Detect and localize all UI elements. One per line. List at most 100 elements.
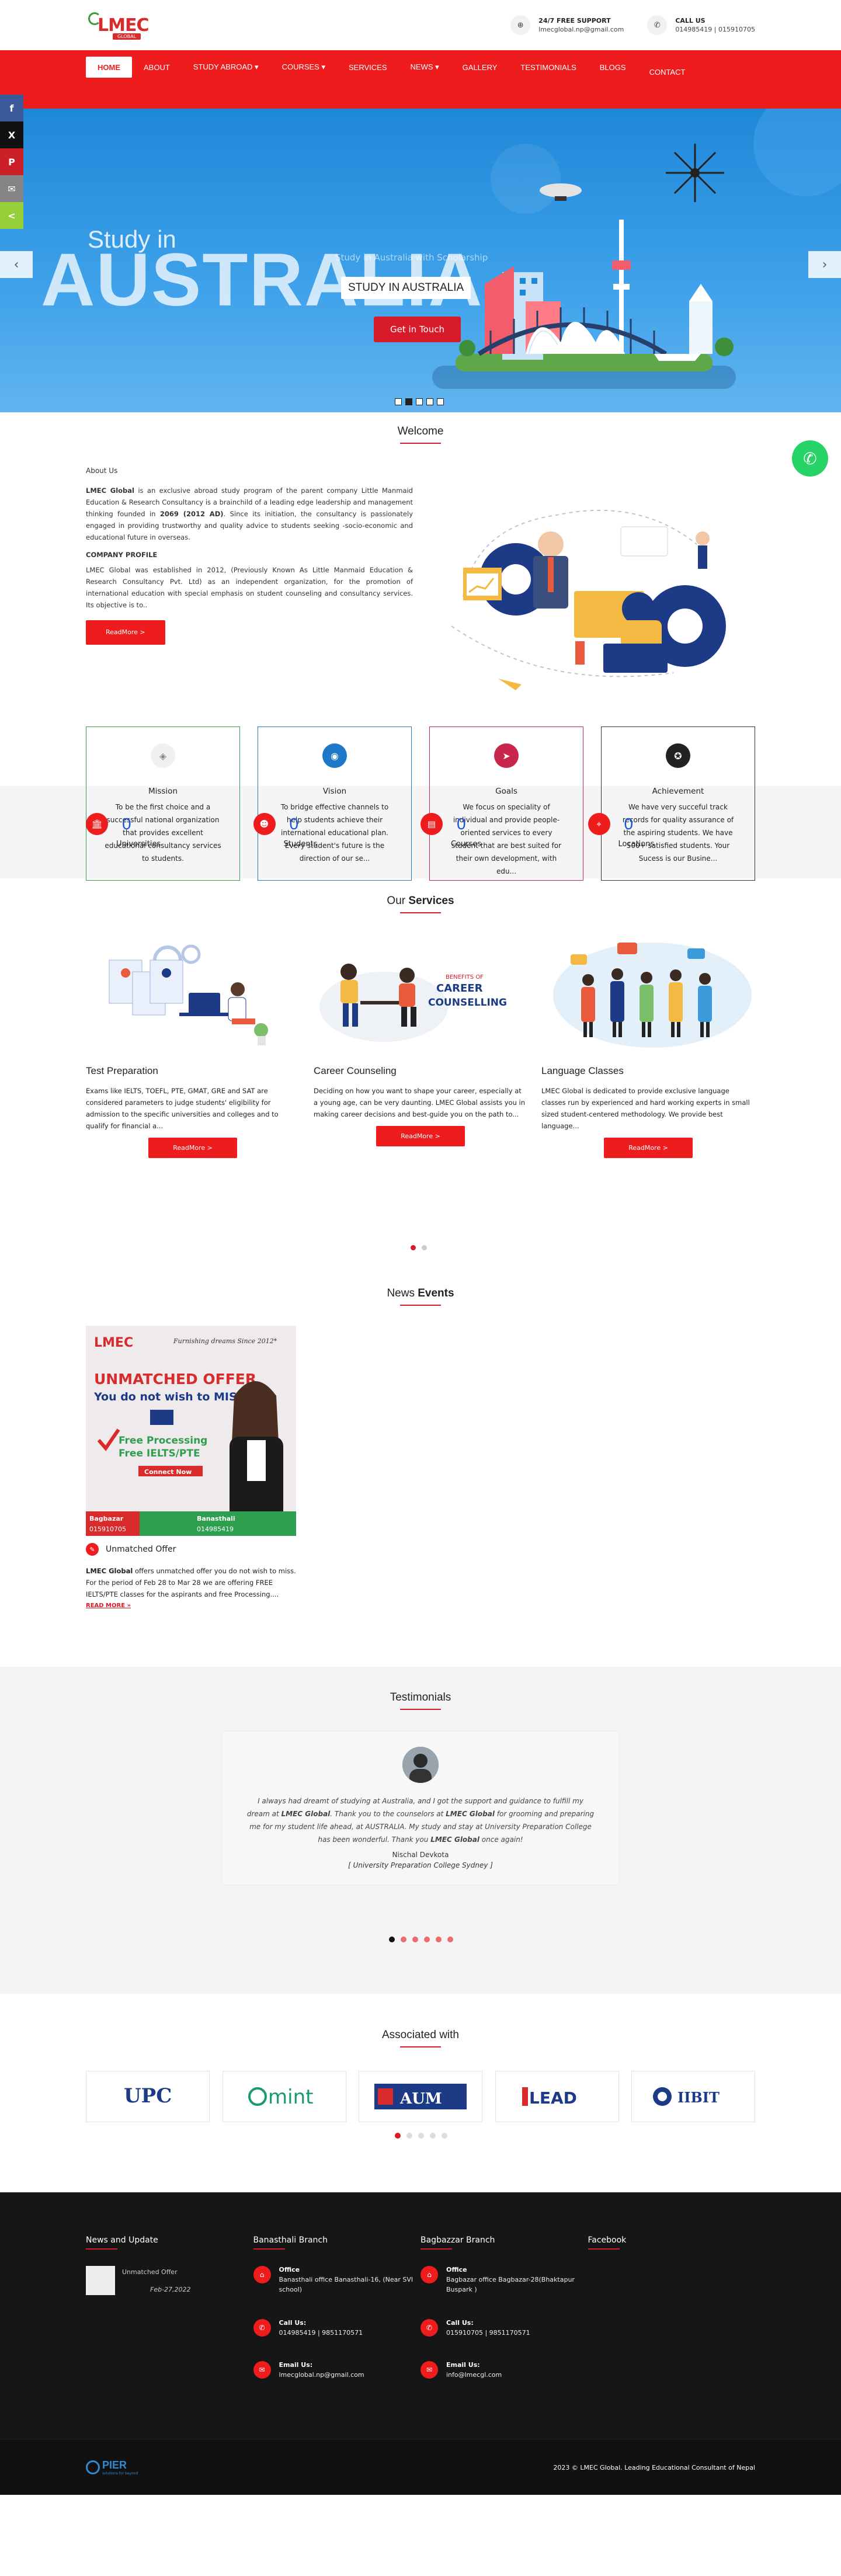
footer-col-title: Banasthali Branch <box>253 2236 328 2245</box>
pier-logo-sub: solutions for beyond <box>102 2471 138 2476</box>
service-readmore-button[interactable]: ReadMore > <box>604 1138 693 1158</box>
share-icon[interactable]: < <box>0 202 23 229</box>
hero-caption: STUDY IN AUSTRALIA <box>341 277 471 299</box>
news-item-text: LMEC Global offers unmatched offer you d… <box>86 1567 296 1598</box>
office-label: Office <box>446 2266 467 2273</box>
slider-prev-icon[interactable]: ‹ <box>0 251 33 278</box>
facebook-icon[interactable]: f <box>0 95 23 121</box>
carousel-dot[interactable] <box>436 1937 442 1942</box>
nav-study-abroad[interactable]: STUDY ABROAD ▾ <box>182 57 270 78</box>
associated-title: Associated with <box>381 2029 459 2041</box>
partner-logo-lead[interactable]: LEAD <box>495 2071 619 2122</box>
nav-gallery[interactable]: GALLERY <box>451 57 509 78</box>
email-address[interactable]: lmecglobal.np@gmail.com <box>279 2370 364 2380</box>
carousel-dot[interactable] <box>430 2133 436 2139</box>
site-footer: News and Update Unmatched Offer Feb-27,2… <box>0 2192 841 2439</box>
carousel-dot[interactable] <box>447 1937 453 1942</box>
logo-lead-text: LEAD <box>529 2088 577 2108</box>
service-text: Deciding on how you want to shape your c… <box>314 1087 526 1118</box>
carousel-dot[interactable] <box>389 1937 395 1942</box>
stat-value: 0 <box>122 815 131 833</box>
carousel-dot[interactable] <box>411 1245 416 1250</box>
service-card[interactable]: Language Classes LMEC Global is dedicate… <box>541 937 755 1158</box>
carousel-dot[interactable] <box>395 2133 401 2139</box>
partner-logo-mint[interactable]: mint <box>222 2071 346 2122</box>
logo-aum-text: AUM <box>399 2090 442 2108</box>
slider-dot[interactable] <box>416 398 423 405</box>
call-label: Call Us: <box>279 2319 307 2327</box>
footer-news-title[interactable]: Unmatched Offer <box>122 2268 178 2276</box>
main-nav: HOME ABOUT STUDY ABROAD ▾ COURSES ▾ SERV… <box>0 50 841 109</box>
service-readmore-button[interactable]: ReadMore > <box>148 1138 237 1158</box>
support-contact[interactable]: ⊕ 24/7 FREE SUPPORT lmecglobal.np@gmail.… <box>510 15 624 35</box>
service-readmore-button[interactable]: ReadMore > <box>376 1126 465 1146</box>
carousel-dot[interactable] <box>401 1937 406 1942</box>
poster-connect: Connect Now <box>144 1468 192 1476</box>
carousel-dot[interactable] <box>406 2133 412 2139</box>
nav-home[interactable]: HOME <box>86 57 132 78</box>
call-number[interactable]: 015910705 | 9851170571 <box>446 2328 530 2338</box>
nav-about[interactable]: ABOUT <box>132 57 182 78</box>
nav-news[interactable]: NEWS ▾ <box>399 57 451 78</box>
footer-facebook-column: Facebook <box>588 2236 756 2380</box>
testimonials-section: Testimonials I always had dreamt of stud… <box>0 1667 841 1994</box>
services-section: Our Services Test Preparation Exams like… <box>0 878 841 1281</box>
bottom-bar: PIER solutions for beyond 2023 © LMEC Gl… <box>0 2439 841 2495</box>
call-number[interactable]: 014985419 | 9851170571 <box>279 2328 363 2338</box>
avatar <box>402 1747 439 1783</box>
service-text: LMEC Global is dedicated to provide excl… <box>541 1087 750 1130</box>
profile-heading: COMPANY PROFILE <box>86 551 158 559</box>
footer-bagbazzar-column: Bagbazzar Branch ⌂ Office Bagbazar office … <box>420 2236 588 2380</box>
slider-dot[interactable] <box>437 398 444 405</box>
site-logo[interactable]: LMEC GLOBAL <box>86 8 149 43</box>
footer-col-title: Bagbazzar Branch <box>420 2236 495 2245</box>
carousel-dot[interactable] <box>424 1937 430 1942</box>
title-underline <box>400 1305 441 1306</box>
nav-blogs[interactable]: BLOGS <box>588 57 638 78</box>
svg-text:LMEC: LMEC <box>94 1336 133 1350</box>
slider-next-icon[interactable]: › <box>808 251 841 278</box>
x-twitter-icon[interactable]: X <box>0 121 23 148</box>
poster-phone-1: 015910705 <box>89 1525 126 1533</box>
location-pin-icon: ⌖ <box>588 813 610 835</box>
email-icon: ✉ <box>253 2361 271 2379</box>
developer-logo[interactable]: PIER solutions for beyond <box>86 2459 138 2476</box>
service-text: Exams like IELTS, TOEFL, PTE, GMAT, GRE … <box>86 1087 279 1130</box>
service-card[interactable]: Test Preparation Exams like IELTS, TOEFL… <box>86 937 300 1158</box>
news-readmore-link[interactable]: READ MORE » <box>86 1602 296 1609</box>
partner-logo-iibit[interactable]: IIBIT <box>631 2071 755 2122</box>
partner-logo-aum[interactable]: AUM <box>359 2071 482 2122</box>
diamond-icon: ◈ <box>151 743 175 768</box>
nav-services[interactable]: SERVICES <box>337 57 399 78</box>
about-readmore-button[interactable]: ReadMore > <box>86 620 165 645</box>
whatsapp-icon[interactable]: ✆ <box>792 440 828 477</box>
email-icon[interactable]: ✉ <box>0 175 23 202</box>
nav-courses[interactable]: COURSES ▾ <box>270 57 337 78</box>
news-item-title[interactable]: Unmatched Offer <box>106 1545 176 1554</box>
partner-logo-upc[interactable]: UPC <box>86 2071 210 2122</box>
slider-dot[interactable] <box>395 398 402 405</box>
carousel-dot[interactable] <box>442 2133 447 2139</box>
pinterest-icon[interactable]: P <box>0 148 23 175</box>
logo-upc-text: UPC <box>124 2084 172 2108</box>
service-card[interactable]: BENEFITS OF CAREER COUNSELLING Career Co… <box>314 937 527 1158</box>
title-underline <box>400 1709 441 1710</box>
news-card[interactable]: LMEC Furnishing dreams Since 2012* UNMAT… <box>86 1326 296 1609</box>
poster-free-1: Free Processing <box>119 1435 207 1447</box>
copyright-text: 2023 © LMEC Global. Leading Educational … <box>553 2463 755 2471</box>
slider-dot[interactable] <box>405 398 412 405</box>
nav-testimonials[interactable]: TESTIMONIALS <box>509 57 588 78</box>
carousel-dot[interactable] <box>422 1245 427 1250</box>
shield-icon: ✪ <box>666 743 690 768</box>
carousel-dot[interactable] <box>418 2133 424 2139</box>
nav-contact[interactable]: CONTACT <box>638 61 697 82</box>
news-poster[interactable]: LMEC Furnishing dreams Since 2012* UNMAT… <box>86 1326 296 1536</box>
carousel-dot[interactable] <box>412 1937 418 1942</box>
header-contacts: ⊕ 24/7 FREE SUPPORT lmecglobal.np@gmail.… <box>510 15 755 35</box>
email-address[interactable]: info@lmecgl.com <box>446 2370 502 2380</box>
call-contact[interactable]: ✆ CALL US 014985419 | 015910705 <box>647 15 755 35</box>
support-label: 24/7 FREE SUPPORT <box>538 17 611 25</box>
slider-dot[interactable] <box>426 398 433 405</box>
get-in-touch-button[interactable]: Get in Touch <box>374 317 461 342</box>
call-label: CALL US <box>675 17 706 25</box>
